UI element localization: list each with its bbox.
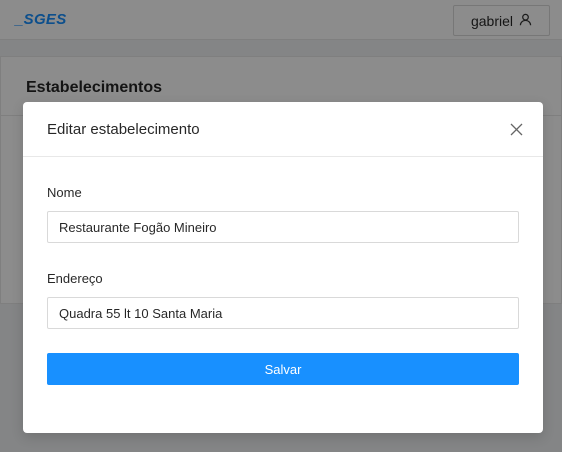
app-root: _SGES gabriel Estabelecimentos Editar es… (0, 0, 562, 452)
close-button[interactable] (507, 120, 525, 138)
modal-title: Editar estabelecimento (47, 121, 200, 138)
nome-input[interactable] (47, 211, 519, 243)
edit-establishment-dialog: Editar estabelecimento Nome Endereço Sal… (23, 102, 543, 433)
nome-label: Nome (47, 185, 82, 200)
close-icon (510, 123, 522, 135)
save-button[interactable]: Salvar (47, 353, 519, 385)
endereco-label: Endereço (47, 271, 103, 286)
modal-header: Editar estabelecimento (23, 102, 543, 157)
endereco-input[interactable] (47, 297, 519, 329)
